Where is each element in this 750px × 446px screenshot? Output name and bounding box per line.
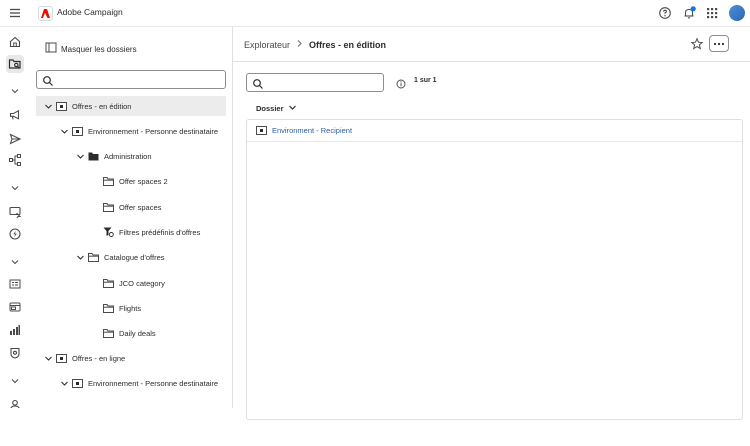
tree-item-label: Offres - en édition bbox=[72, 101, 132, 111]
templates-icon[interactable] bbox=[6, 298, 24, 316]
workflow-icon[interactable] bbox=[6, 151, 24, 169]
folder-icon bbox=[103, 278, 114, 288]
folder-search-input[interactable] bbox=[57, 73, 217, 87]
header-divider bbox=[233, 61, 750, 62]
chevron-down-icon[interactable] bbox=[60, 127, 69, 136]
chevron-down-icon[interactable] bbox=[76, 152, 85, 161]
search-icon bbox=[42, 74, 54, 92]
explorer-icon[interactable] bbox=[6, 55, 24, 73]
breadcrumb: Explorateur Offres - en édition bbox=[244, 39, 386, 50]
tree-item-offres-en-ligne[interactable]: Offres - en ligne bbox=[44, 348, 125, 368]
folder-icon bbox=[103, 328, 114, 338]
chevron-down-icon[interactable] bbox=[6, 253, 24, 271]
folder-list: Environment - Recipient bbox=[246, 119, 743, 420]
tree-item-label: Offer spaces bbox=[119, 202, 162, 212]
breadcrumb-separator-icon bbox=[296, 39, 303, 50]
chevron-down-icon bbox=[288, 103, 297, 114]
tree-item-environnement-destinataire[interactable]: Environnement - Personne destinataire bbox=[60, 121, 218, 141]
tree-item-label: Daily deals bbox=[119, 328, 156, 338]
reports-icon[interactable] bbox=[6, 321, 24, 339]
more-icon bbox=[713, 42, 725, 45]
folder-filled-icon bbox=[88, 152, 99, 161]
tree-item-label: Filtres prédéfinis d'offres bbox=[119, 227, 201, 237]
explorer-panel: Masquer les dossiers Offres - en édition… bbox=[30, 27, 233, 408]
folder-icon bbox=[103, 202, 114, 212]
chevron-down-icon[interactable] bbox=[44, 354, 53, 363]
home-icon[interactable] bbox=[6, 33, 24, 51]
chevron-down-icon[interactable] bbox=[6, 372, 24, 390]
hide-folders-label: Masquer les dossiers bbox=[61, 44, 137, 54]
chevron-down-icon[interactable] bbox=[44, 102, 53, 111]
tree-item-label: Catalogue d'offres bbox=[104, 252, 165, 262]
offer-folder-icon bbox=[56, 101, 67, 111]
tree-item-label: Environnement - Personne destinataire bbox=[88, 378, 219, 388]
column-header-dossier[interactable]: Dossier bbox=[256, 103, 297, 114]
campaign-megaphone-icon[interactable] bbox=[6, 106, 24, 124]
breadcrumb-explorer-link[interactable]: Explorateur bbox=[244, 40, 290, 50]
tree-item-offer-spaces[interactable]: Offer spaces bbox=[103, 197, 161, 217]
tree-item-offres-en-edition[interactable]: Offres - en édition bbox=[36, 96, 226, 116]
tree-item-environnement-destinataire-2[interactable]: Environnement - Personne destinataire bbox=[60, 373, 218, 393]
folder-icon bbox=[103, 176, 114, 186]
hamburger-menu-icon[interactable] bbox=[6, 5, 24, 21]
tree-item-label: Offres - en ligne bbox=[72, 353, 126, 363]
environment-icon bbox=[72, 126, 83, 136]
security-icon[interactable] bbox=[6, 344, 24, 362]
tree-item-flights[interactable]: Flights bbox=[103, 298, 141, 318]
environment-icon bbox=[256, 122, 267, 140]
tree-item-label: Flights bbox=[119, 303, 142, 313]
app-title[interactable]: Adobe Campaign bbox=[57, 7, 123, 17]
main-content: Explorateur Offres - en édition 1 sur 1 … bbox=[233, 27, 750, 446]
send-icon[interactable] bbox=[6, 130, 24, 148]
offer-icon[interactable] bbox=[6, 225, 24, 243]
left-navigation-rail bbox=[0, 27, 30, 446]
offer-folder-icon bbox=[56, 353, 67, 363]
chevron-down-icon[interactable] bbox=[6, 82, 24, 100]
help-icon[interactable] bbox=[657, 5, 673, 21]
list-item-label[interactable]: Environment - Recipient bbox=[272, 126, 352, 135]
info-icon[interactable] bbox=[396, 76, 406, 94]
explorer-footer bbox=[0, 408, 233, 446]
tree-item-label: Offer spaces 2 bbox=[119, 176, 168, 186]
more-actions-button[interactable] bbox=[709, 35, 729, 52]
tree-item-offer-spaces-2[interactable]: Offer spaces 2 bbox=[103, 171, 168, 191]
panel-toggle-icon bbox=[45, 40, 57, 58]
apps-grid-icon[interactable] bbox=[704, 5, 720, 21]
tree-item-label: Environnement - Personne destinataire bbox=[88, 126, 219, 136]
app-window: Adobe Campaign Masquer les dossiers Offr… bbox=[0, 0, 750, 446]
content-icon[interactable] bbox=[6, 203, 24, 221]
environment-icon bbox=[72, 378, 83, 388]
chevron-down-icon[interactable] bbox=[76, 253, 85, 262]
tree-item-catalogue-offres[interactable]: Catalogue d'offres bbox=[76, 247, 165, 267]
filter-icon bbox=[103, 227, 114, 237]
tree-item-jco-category[interactable]: JCO category bbox=[103, 273, 165, 293]
search-icon bbox=[252, 77, 264, 95]
tree-item-label: Administration bbox=[104, 151, 152, 161]
tree-item-administration[interactable]: Administration bbox=[76, 146, 152, 166]
top-bar: Adobe Campaign bbox=[0, 0, 750, 27]
folder-icon bbox=[103, 303, 114, 313]
audience-list-icon[interactable] bbox=[6, 275, 24, 293]
pagination-count: 1 sur 1 bbox=[414, 77, 437, 84]
tree-item-label: JCO category bbox=[119, 278, 165, 288]
folder-search-field[interactable] bbox=[36, 70, 226, 89]
hide-folders-button[interactable]: Masquer les dossiers bbox=[45, 40, 137, 58]
content-search-field[interactable] bbox=[246, 73, 384, 92]
favorite-star-icon[interactable] bbox=[690, 37, 704, 51]
list-item[interactable]: Environment - Recipient bbox=[247, 120, 742, 142]
tree-item-filtres-predefinis[interactable]: Filtres prédéfinis d'offres bbox=[103, 222, 200, 242]
folder-icon bbox=[88, 252, 99, 262]
chevron-down-icon[interactable] bbox=[6, 179, 24, 197]
notification-bell-icon[interactable] bbox=[681, 5, 697, 21]
adobe-logo-icon[interactable] bbox=[38, 6, 53, 21]
tree-item-daily-deals[interactable]: Daily deals bbox=[103, 323, 156, 343]
chevron-down-icon[interactable] bbox=[60, 379, 69, 388]
content-search-input[interactable] bbox=[266, 76, 378, 90]
column-header-label: Dossier bbox=[256, 104, 284, 113]
avatar[interactable] bbox=[729, 5, 745, 21]
page-title: Offres - en édition bbox=[309, 39, 387, 50]
